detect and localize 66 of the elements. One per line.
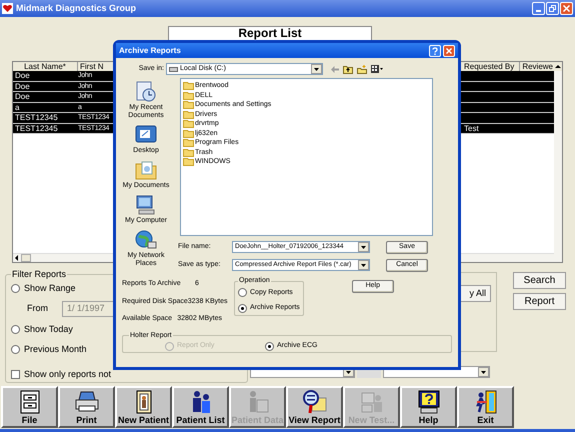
folder-document-icon [134, 159, 158, 181]
caret-icon [481, 370, 486, 374]
from-label: From [27, 302, 48, 316]
scroll-left-icon[interactable] [13, 254, 21, 262]
restore-icon [549, 5, 556, 12]
search-button[interactable]: Search [513, 272, 566, 289]
question-icon [432, 46, 438, 54]
radio-label: Previous Month [24, 342, 87, 356]
scroll-thumb[interactable] [21, 254, 31, 262]
toolbar-button[interactable]: Help [400, 386, 457, 428]
toolbar-button[interactable]: New Patient [115, 386, 172, 428]
folder-icon [183, 148, 194, 157]
radio-button[interactable] [11, 325, 20, 334]
table-cell-text: TEST12345 [14, 124, 59, 133]
radio-label: Show Range [24, 282, 76, 295]
close-icon [563, 5, 570, 12]
table-cell: Test [464, 124, 479, 132]
help-button[interactable] [429, 44, 441, 56]
radio-button[interactable] [238, 288, 247, 298]
technician-icon [358, 390, 384, 414]
drive-icon [169, 66, 178, 72]
table-cell-text: TEST12345 [14, 113, 59, 122]
vertical-scrollbar[interactable] [554, 71, 562, 262]
clock-document-icon [134, 81, 158, 103]
minimize-button[interactable] [532, 2, 545, 15]
table-cell-text: Doe [14, 82, 31, 91]
folder-icon [183, 138, 194, 148]
report-button[interactable]: Report [513, 293, 566, 310]
restore-button[interactable] [546, 2, 559, 15]
radio-button[interactable] [11, 344, 20, 354]
table-cell-text: a [14, 102, 20, 112]
minimize-icon [536, 10, 541, 12]
network-globe-icon [134, 229, 158, 251]
toolbar-button[interactable]: View Report [286, 386, 343, 428]
folder-icon [183, 128, 194, 138]
checkbox-label: Show only reports not [24, 368, 112, 381]
scroll-up-icon[interactable] [554, 62, 562, 71]
table-cell-text: Doe [14, 71, 31, 80]
close-button[interactable] [443, 44, 455, 56]
window-title: Midmark Diagnostics Group [16, 2, 136, 15]
toolbar-button[interactable]: File [1, 386, 58, 428]
folder-icon [183, 100, 194, 110]
radio-button[interactable] [238, 304, 247, 313]
toolbar-button[interactable]: Print [58, 386, 115, 428]
new-folder-icon[interactable] [357, 64, 367, 74]
radio-button[interactable] [11, 284, 20, 293]
radio-label: Show Today [24, 323, 73, 336]
up-folder-icon[interactable] [343, 64, 353, 74]
folder-icon [183, 157, 194, 166]
heart-icon [2, 3, 13, 14]
column-header[interactable]: Reviewe [520, 62, 554, 71]
caret-icon [361, 246, 366, 248]
view-menu-icon[interactable] [371, 65, 383, 73]
magnifier-folder-icon [302, 390, 328, 414]
radio-button[interactable] [265, 342, 274, 351]
table-cell-text: Doe [14, 92, 31, 102]
checkbox[interactable] [11, 370, 20, 380]
printer-icon [74, 390, 100, 414]
toolbar-button[interactable]: Patient List [172, 386, 229, 428]
filter-reports-title: Filter Reports [11, 268, 68, 281]
close-icon [446, 48, 452, 54]
toolbar-button[interactable]: Exit [457, 386, 514, 428]
folder-icon [183, 119, 194, 128]
folder-icon [183, 110, 194, 119]
close-button[interactable] [560, 2, 573, 15]
help-monitor-icon [416, 390, 442, 414]
